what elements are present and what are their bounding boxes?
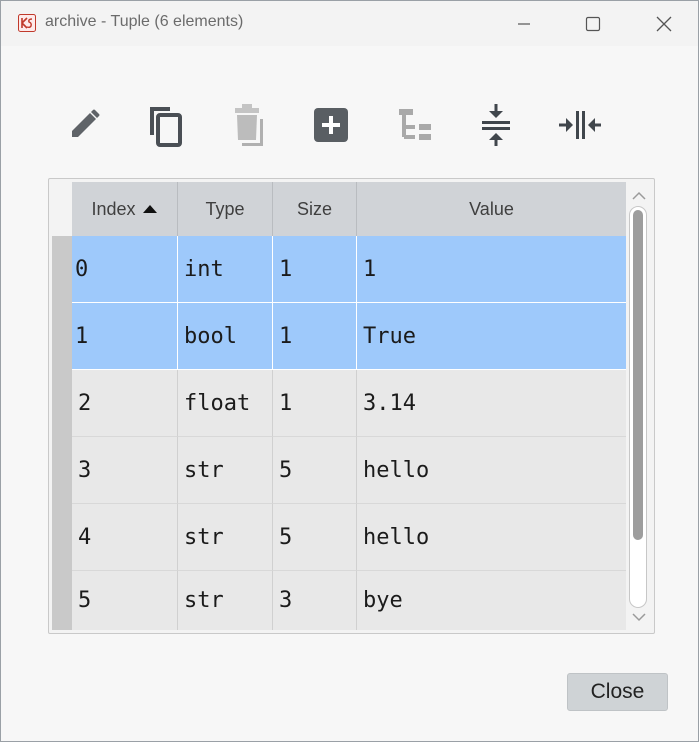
cell-value[interactable]: True: [357, 303, 626, 370]
scroll-up-icon[interactable]: [629, 186, 649, 206]
cell-size[interactable]: 3: [273, 571, 357, 630]
row-header[interactable]: [52, 571, 72, 630]
scroll-down-icon[interactable]: [629, 607, 649, 627]
table-corner: [52, 182, 72, 236]
vertical-scrollbar[interactable]: [629, 182, 649, 626]
cell-type[interactable]: str: [178, 504, 273, 571]
column-header-label: Value: [469, 198, 514, 219]
app-icon: [18, 14, 36, 32]
column-header-label: Index: [91, 198, 136, 219]
column-header-label: Type: [205, 198, 245, 219]
column-header-index[interactable]: Index: [72, 182, 178, 236]
cell-index[interactable]: 0: [72, 236, 178, 303]
cell-size[interactable]: 5: [273, 437, 357, 504]
cell-value[interactable]: hello: [357, 437, 626, 504]
close-button[interactable]: Close: [567, 673, 668, 711]
row-header[interactable]: [52, 504, 72, 571]
window-title: archive - Tuple (6 elements): [45, 13, 244, 30]
cell-index[interactable]: 3: [72, 437, 178, 504]
cell-index[interactable]: 2: [72, 370, 178, 437]
row-header[interactable]: [52, 370, 72, 437]
minimize-button[interactable]: [501, 9, 547, 39]
resize-columns-button[interactable]: [556, 101, 604, 149]
collapse-button[interactable]: [472, 101, 520, 149]
copy-button[interactable]: [141, 101, 189, 149]
cell-index[interactable]: 4: [72, 504, 178, 571]
column-header-label: Size: [296, 198, 332, 219]
tree-icon: [399, 109, 431, 140]
row-header[interactable]: [52, 303, 72, 370]
cell-type[interactable]: str: [178, 437, 273, 504]
cell-size[interactable]: 5: [273, 504, 357, 571]
cell-size[interactable]: 1: [273, 370, 357, 437]
cell-type[interactable]: bool: [178, 303, 273, 370]
cell-value[interactable]: 3.14: [357, 370, 626, 437]
collapse-horizontal-icon: [559, 111, 601, 139]
title-bar[interactable]: archive - Tuple (6 elements): [1, 1, 698, 46]
maximize-button[interactable]: [570, 9, 616, 39]
cell-index[interactable]: 5: [72, 571, 178, 630]
copy-icon: [150, 107, 182, 147]
cell-type[interactable]: int: [178, 236, 273, 303]
insert-button[interactable]: [307, 101, 355, 149]
column-header-size[interactable]: Size: [273, 182, 357, 236]
maximize-icon: [585, 16, 601, 32]
dialog-window: archive - Tuple (6 elements) Index Type …: [0, 0, 699, 742]
minimize-icon: [518, 23, 530, 25]
tuple-table[interactable]: Index Type Size Value 0 int 1 1 1 bool 1…: [48, 178, 655, 634]
cell-value[interactable]: bye: [357, 571, 626, 630]
column-header-value[interactable]: Value: [357, 182, 626, 236]
cell-type[interactable]: float: [178, 370, 273, 437]
row-header[interactable]: [52, 437, 72, 504]
trash-icon: [235, 104, 263, 146]
scrollbar-thumb[interactable]: [633, 210, 643, 540]
sort-ascending-icon: [142, 205, 157, 213]
cell-size[interactable]: 1: [273, 303, 357, 370]
delete-button[interactable]: [225, 101, 273, 149]
cell-type[interactable]: str: [178, 571, 273, 630]
cell-index[interactable]: 1: [72, 303, 178, 370]
plus-box-icon: [314, 108, 348, 142]
cell-value[interactable]: hello: [357, 504, 626, 571]
edit-button[interactable]: [60, 101, 108, 149]
cell-size[interactable]: 1: [273, 236, 357, 303]
window-close-button[interactable]: [641, 9, 687, 39]
collapse-vertical-icon: [482, 104, 510, 146]
column-header-type[interactable]: Type: [178, 182, 273, 236]
row-header[interactable]: [52, 236, 72, 303]
tree-button[interactable]: [391, 101, 439, 149]
close-icon: [656, 16, 672, 32]
cell-value[interactable]: 1: [357, 236, 626, 303]
pencil-icon: [72, 109, 100, 137]
